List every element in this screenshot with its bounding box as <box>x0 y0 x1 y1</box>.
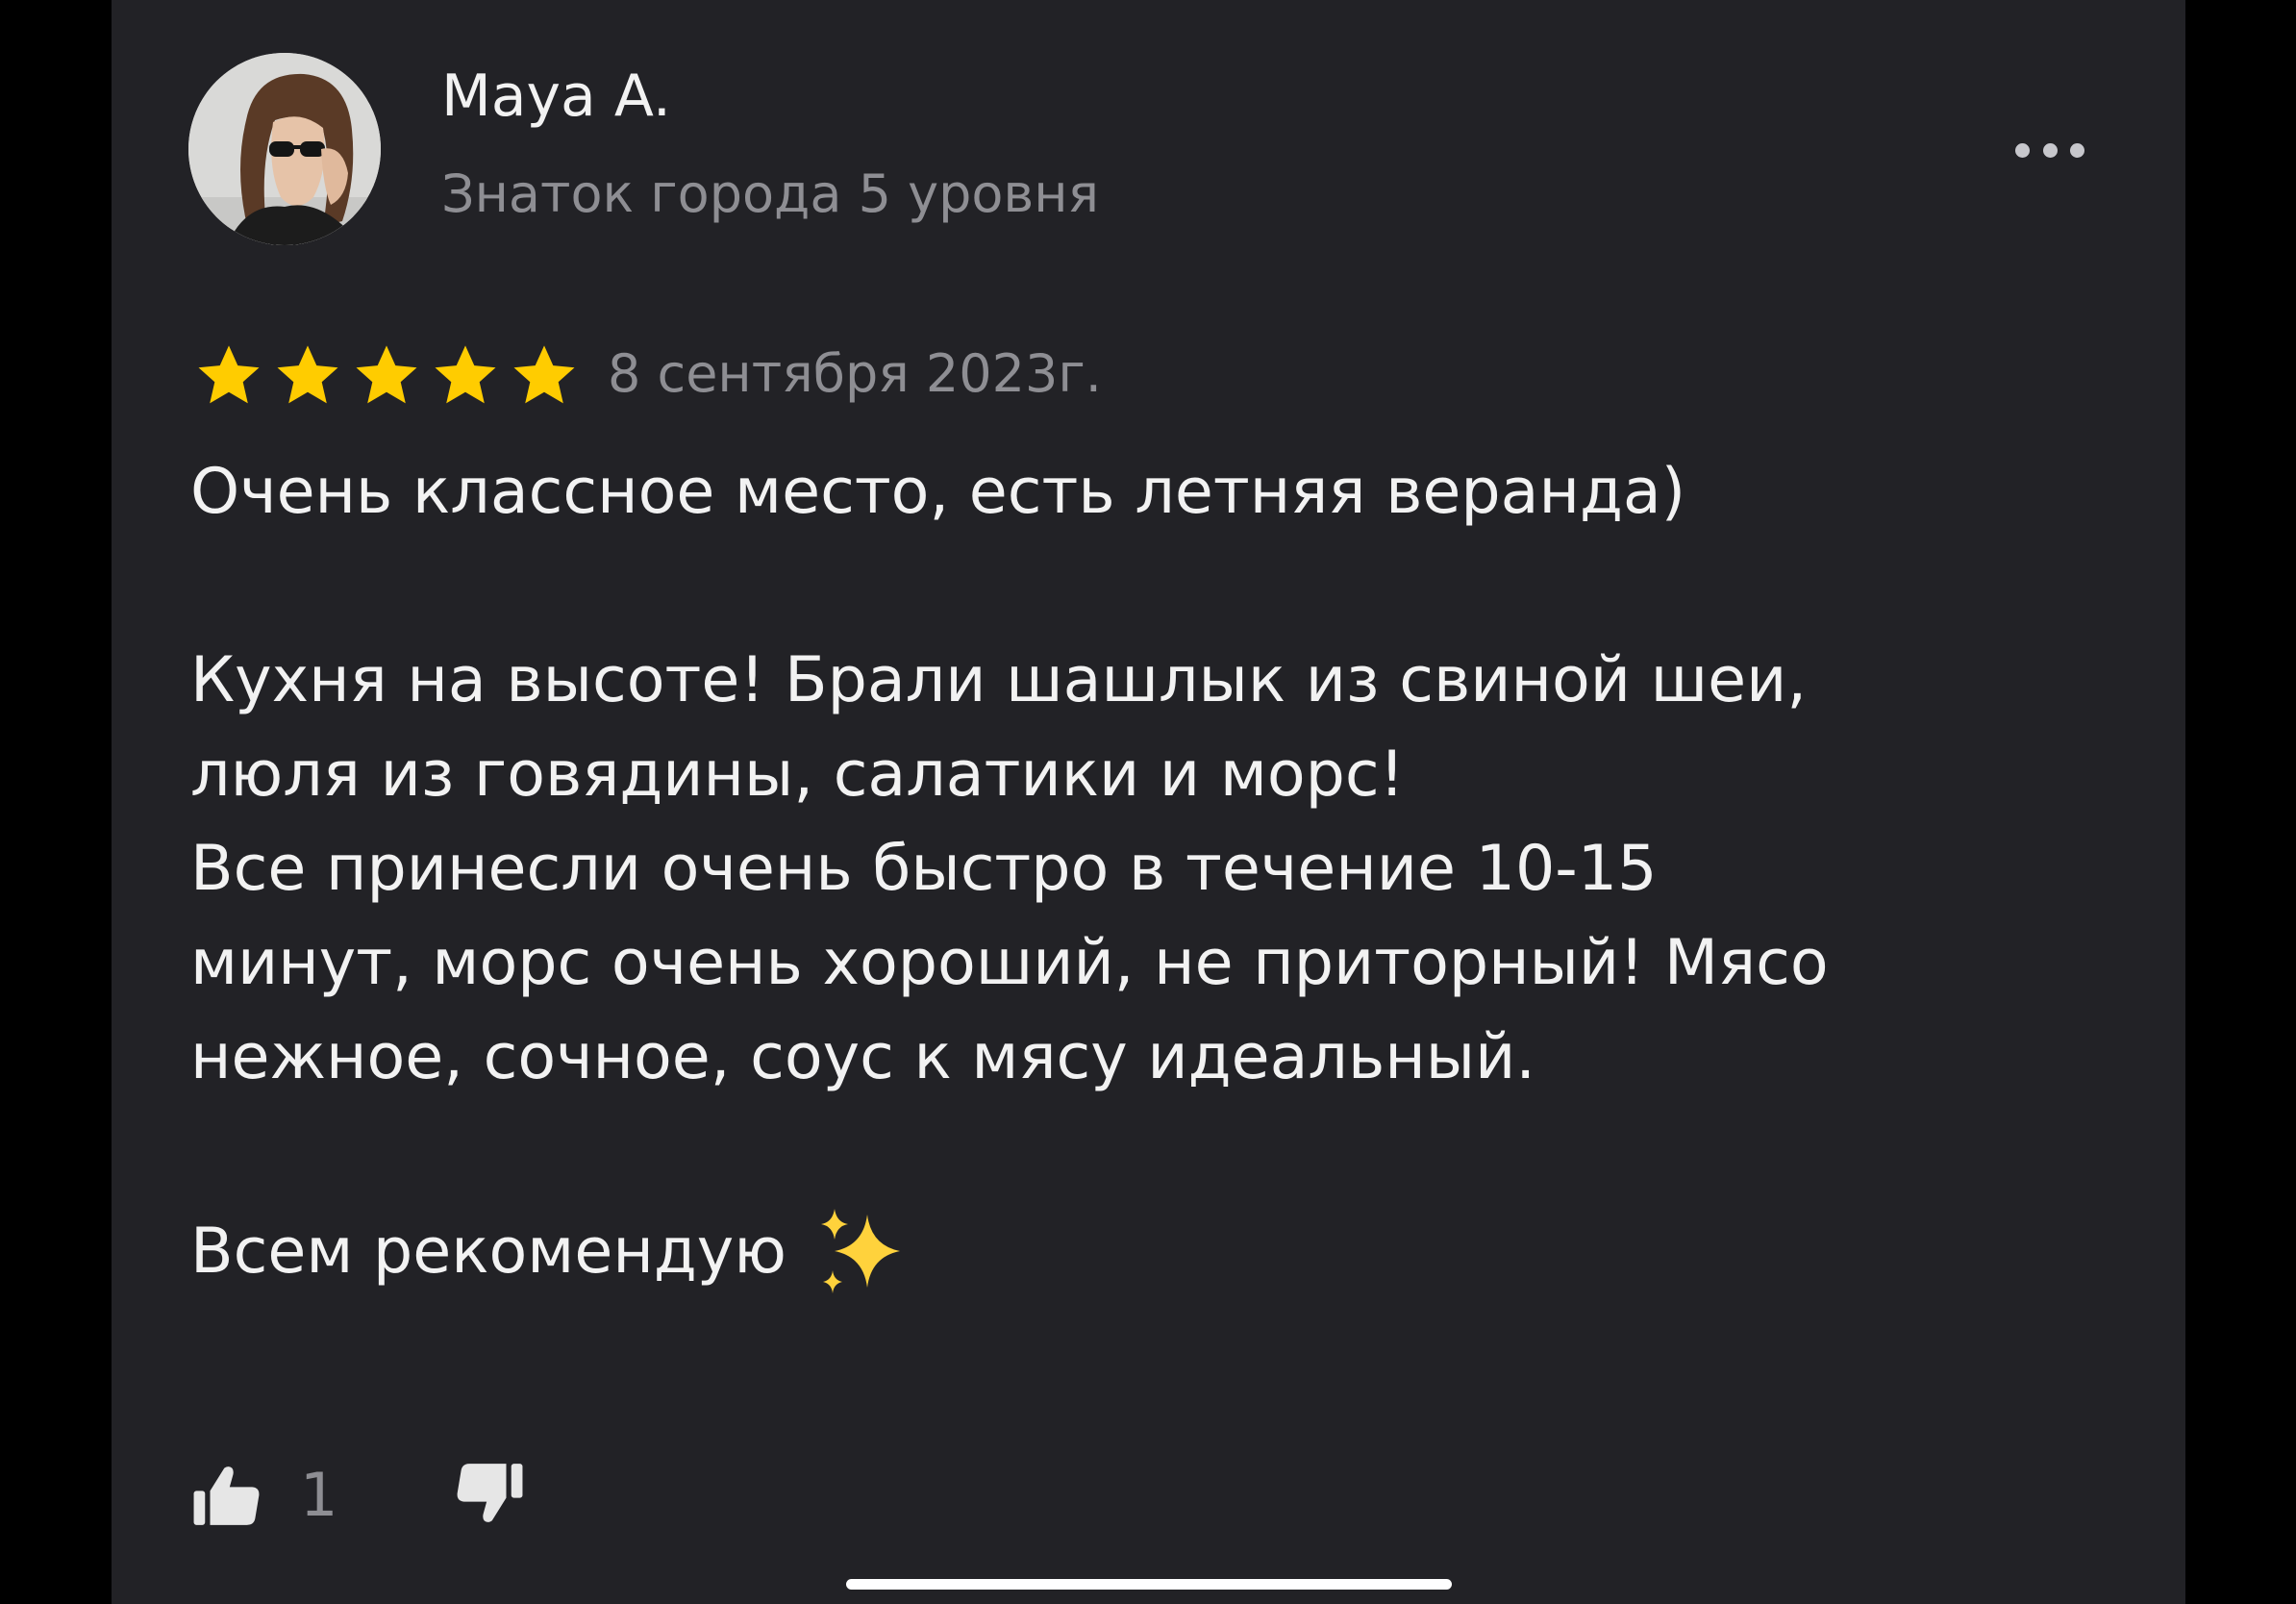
star-icon <box>435 345 496 404</box>
star-icon <box>356 345 417 404</box>
star-icon <box>277 345 338 404</box>
sparkles-icon <box>820 1209 900 1293</box>
thumbs-up-icon <box>193 1466 260 1525</box>
review-recommendation: Всем рекомендую <box>190 1199 2152 1305</box>
home-indicator[interactable] <box>846 1579 1452 1590</box>
ellipsis-icon <box>2042 142 2058 158</box>
review-line: Все принесли очень быстро в течение 10-1… <box>190 833 1658 905</box>
ellipsis-icon <box>2015 142 2030 158</box>
review-screen: Maya A. Знаток города 5 уровня 8 сентябр… <box>112 0 2185 1604</box>
dislike-button[interactable] <box>453 1461 524 1530</box>
review-line: нежное, сочное, соус к мясу идеальный. <box>190 1021 1535 1093</box>
star-icon <box>198 345 260 404</box>
review-text: Очень классное место, есть летняя веранд… <box>190 445 2152 1305</box>
thumbs-down-icon <box>458 1464 523 1522</box>
star-rating <box>194 340 579 410</box>
like-count: 1 <box>300 1460 338 1530</box>
review-line: минут, морс очень хороший, не приторный!… <box>190 927 1829 999</box>
author-avatar[interactable] <box>188 53 381 245</box>
more-options-button[interactable] <box>2015 129 2084 171</box>
like-button[interactable]: 1 <box>192 1462 337 1529</box>
author-name[interactable]: Maya A. <box>441 62 671 131</box>
review-line: Кухня на высоте! Брали шашлык из свиной … <box>190 644 1808 716</box>
avatar-photo <box>188 53 381 245</box>
review-paragraph: Очень классное место, есть летняя веранд… <box>190 456 1686 528</box>
star-icon <box>513 345 575 404</box>
review-line: люля из говядины, салатики и морс! <box>190 739 1405 811</box>
author-level: Знаток города 5 уровня <box>441 163 1100 224</box>
review-reactions: 1 <box>192 1452 524 1539</box>
review-date: 8 сентября 2023г. <box>608 343 1102 404</box>
recommendation-text: Всем рекомендую <box>190 1216 786 1288</box>
ellipsis-icon <box>2070 142 2084 158</box>
